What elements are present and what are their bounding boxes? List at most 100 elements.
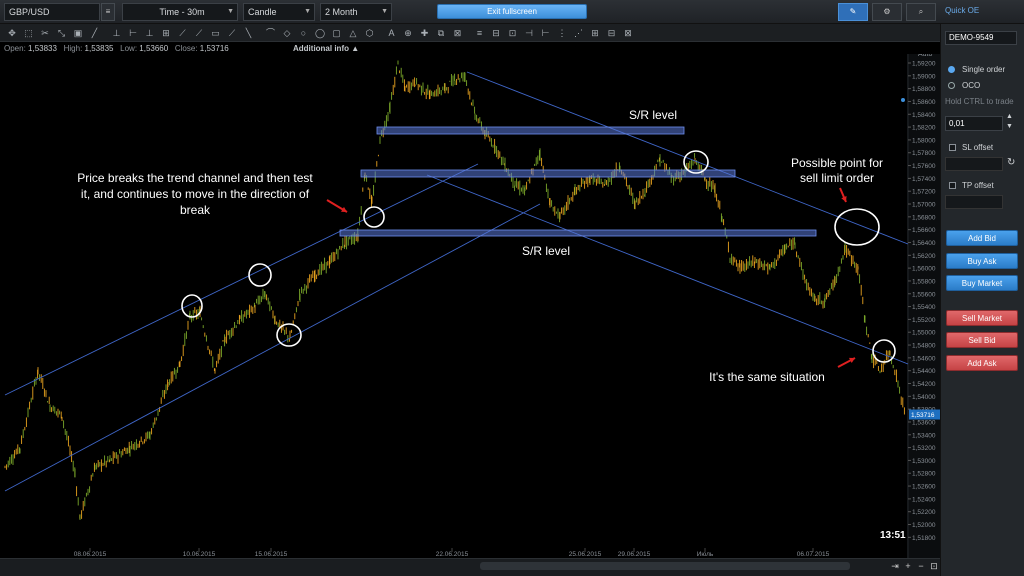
- sell-market-button[interactable]: Sell Market: [946, 310, 1018, 326]
- buy-market-button[interactable]: Buy Market: [946, 275, 1018, 291]
- exit-fullscreen-button[interactable]: Exit fullscreen: [437, 4, 587, 19]
- grid-plus-tool-icon[interactable]: ⊞: [589, 27, 601, 39]
- chevron-down-icon: ▼: [304, 8, 311, 15]
- hexagon-tool-icon[interactable]: ⬡: [364, 27, 376, 39]
- buy-ask-button[interactable]: Buy Ask: [946, 253, 1018, 269]
- account-select[interactable]: DEMO-9549: [945, 31, 1017, 45]
- timeframe-select[interactable]: Time - 30m ▼: [122, 3, 238, 21]
- sl-offset-input[interactable]: [945, 157, 1003, 171]
- refresh-icon[interactable]: ↻: [1007, 157, 1015, 168]
- cross-tool-icon[interactable]: ✚: [419, 27, 431, 39]
- breakout-label-line3: break: [180, 203, 211, 217]
- sr-band-bottom: [339, 229, 817, 237]
- price-tick-label: 1,55200: [912, 317, 936, 324]
- scroll-thumb[interactable]: [480, 562, 850, 570]
- target-tool-icon[interactable]: ⊕: [402, 27, 414, 39]
- line-tool-icon[interactable]: ╱: [89, 27, 101, 39]
- sl-offset-checkbox[interactable]: [949, 144, 956, 151]
- single-order-radio[interactable]: [948, 66, 955, 73]
- box-x-tool-icon[interactable]: ⊠: [452, 27, 464, 39]
- level-tool-icon[interactable]: ⊥: [144, 27, 156, 39]
- tp-offset-input[interactable]: [945, 195, 1003, 209]
- vdots-tool-icon[interactable]: ⋮: [556, 27, 568, 39]
- price-tick-label: 1,57200: [912, 189, 936, 196]
- baseline-tool-icon[interactable]: ⊥: [111, 27, 123, 39]
- stepper-down-icon[interactable]: ▼: [1006, 123, 1013, 130]
- ray-tool-icon[interactable]: ⊢: [127, 27, 139, 39]
- fit-tool-icon[interactable]: ⊡: [507, 27, 519, 39]
- ellipse-tool-icon[interactable]: ◯: [314, 27, 326, 39]
- rect-tool-icon[interactable]: ▭: [210, 27, 222, 39]
- magnifier-icon: ⌕: [918, 7, 924, 16]
- select-tool-icon[interactable]: ⬚: [23, 27, 35, 39]
- price-tick-label: 1,52800: [912, 471, 936, 478]
- tp-offset-checkbox[interactable]: [949, 182, 956, 189]
- parallel-tool-icon[interactable]: ⟋: [193, 27, 205, 39]
- draw-mode-button[interactable]: ✎: [838, 3, 868, 21]
- zoom-button[interactable]: ⌕: [906, 3, 936, 21]
- grid-minus-tool-icon[interactable]: ⊟: [606, 27, 618, 39]
- add-ask-button[interactable]: Add Ask: [946, 355, 1018, 371]
- price-tick-label: 1,53400: [912, 432, 936, 439]
- price-tick-label: 1,56000: [912, 266, 936, 273]
- additional-info-toggle[interactable]: Additional info ▲: [293, 44, 359, 53]
- add-bid-button[interactable]: Add Bid: [946, 230, 1018, 246]
- sell-bid-button[interactable]: Sell Bid: [946, 332, 1018, 348]
- quantity-input[interactable]: 0,01: [945, 116, 1003, 131]
- close-label: Close:: [174, 44, 198, 53]
- grid-tool-icon[interactable]: ⊞: [160, 27, 172, 39]
- zoom-in-icon[interactable]: +: [903, 561, 913, 571]
- tick-right-tool-icon[interactable]: ⊢: [540, 27, 552, 39]
- grid-x-tool-icon[interactable]: ⊠: [622, 27, 634, 39]
- triangle-tool-icon[interactable]: △: [347, 27, 359, 39]
- stepper-up-icon[interactable]: ▲: [1006, 113, 1013, 120]
- breakout-label-line1: Price breaks the trend channel and then …: [77, 171, 313, 185]
- zoom-out-icon[interactable]: −: [916, 561, 926, 571]
- open-label: Open:: [4, 44, 26, 53]
- price-tick-label: 1,53200: [912, 445, 936, 452]
- text-tool-icon[interactable]: A: [386, 27, 398, 39]
- price-tick-label: 1,55800: [912, 278, 936, 285]
- copy-tool-icon[interactable]: ⧉: [435, 27, 447, 39]
- chart-fit-icon[interactable]: ⊡: [929, 561, 939, 571]
- period-select[interactable]: 2 Month ▼: [320, 3, 392, 21]
- diag-tool-icon[interactable]: ⟋: [226, 27, 238, 39]
- lines-tool-icon[interactable]: ≡: [474, 27, 486, 39]
- resize-tool-icon[interactable]: ⤡: [56, 27, 68, 39]
- chart-settings-button[interactable]: ⚙: [872, 3, 902, 21]
- symbol-field[interactable]: GBP/USD: [4, 3, 100, 21]
- diamond-tool-icon[interactable]: ◇: [281, 27, 293, 39]
- low-label: Low:: [120, 44, 138, 53]
- dots-tool-icon[interactable]: ⋰: [573, 27, 585, 39]
- chart-type-select[interactable]: Candle ▼: [243, 3, 315, 21]
- settings-icon: ⚙: [883, 7, 891, 16]
- trend-tool-icon[interactable]: ⟋: [177, 27, 189, 39]
- scroll-end-icon[interactable]: ⇥: [890, 561, 900, 571]
- axis-mode-label: Auto: [918, 54, 933, 58]
- sr-band-top: [376, 126, 685, 135]
- square-tool-icon[interactable]: ▢: [331, 27, 343, 39]
- price-tick-label: 1,56200: [912, 253, 936, 260]
- down-tool-icon[interactable]: ╲: [243, 27, 255, 39]
- sr-top-label: S/R level: [629, 108, 677, 122]
- circle-tool-icon[interactable]: ○: [298, 27, 310, 39]
- minus-box-tool-icon[interactable]: ⊟: [490, 27, 502, 39]
- symbol-list-button[interactable]: ≡: [101, 3, 115, 21]
- oco-label: OCO: [962, 81, 981, 90]
- oco-radio[interactable]: [948, 82, 955, 89]
- date-tick-label: 25.06.2015: [569, 551, 602, 558]
- tick-left-tool-icon[interactable]: ⊣: [523, 27, 535, 39]
- chevron-down-icon: ▼: [381, 8, 388, 15]
- sr-bottom-label: S/R level: [522, 244, 570, 258]
- low-value: 1,53660: [139, 44, 169, 53]
- box-tool-icon[interactable]: ▣: [72, 27, 84, 39]
- quick-oe-link[interactable]: Quick OE: [945, 6, 979, 15]
- date-tick-label: 08.06.2015: [74, 551, 107, 558]
- scissors-tool-icon[interactable]: ✂: [39, 27, 51, 39]
- price-tick-label: 1,54000: [912, 394, 936, 401]
- pencil-icon: ✎: [849, 7, 857, 16]
- crosshair-tool-icon[interactable]: ✥: [6, 27, 18, 39]
- price-tick-label: 1,59000: [912, 73, 936, 80]
- arc-tool-icon[interactable]: ⌒: [265, 27, 277, 39]
- price-chart[interactable]: Auto 1,59200 1,59000 1,58800 1,58600 1,58400 1…: [0, 54, 940, 558]
